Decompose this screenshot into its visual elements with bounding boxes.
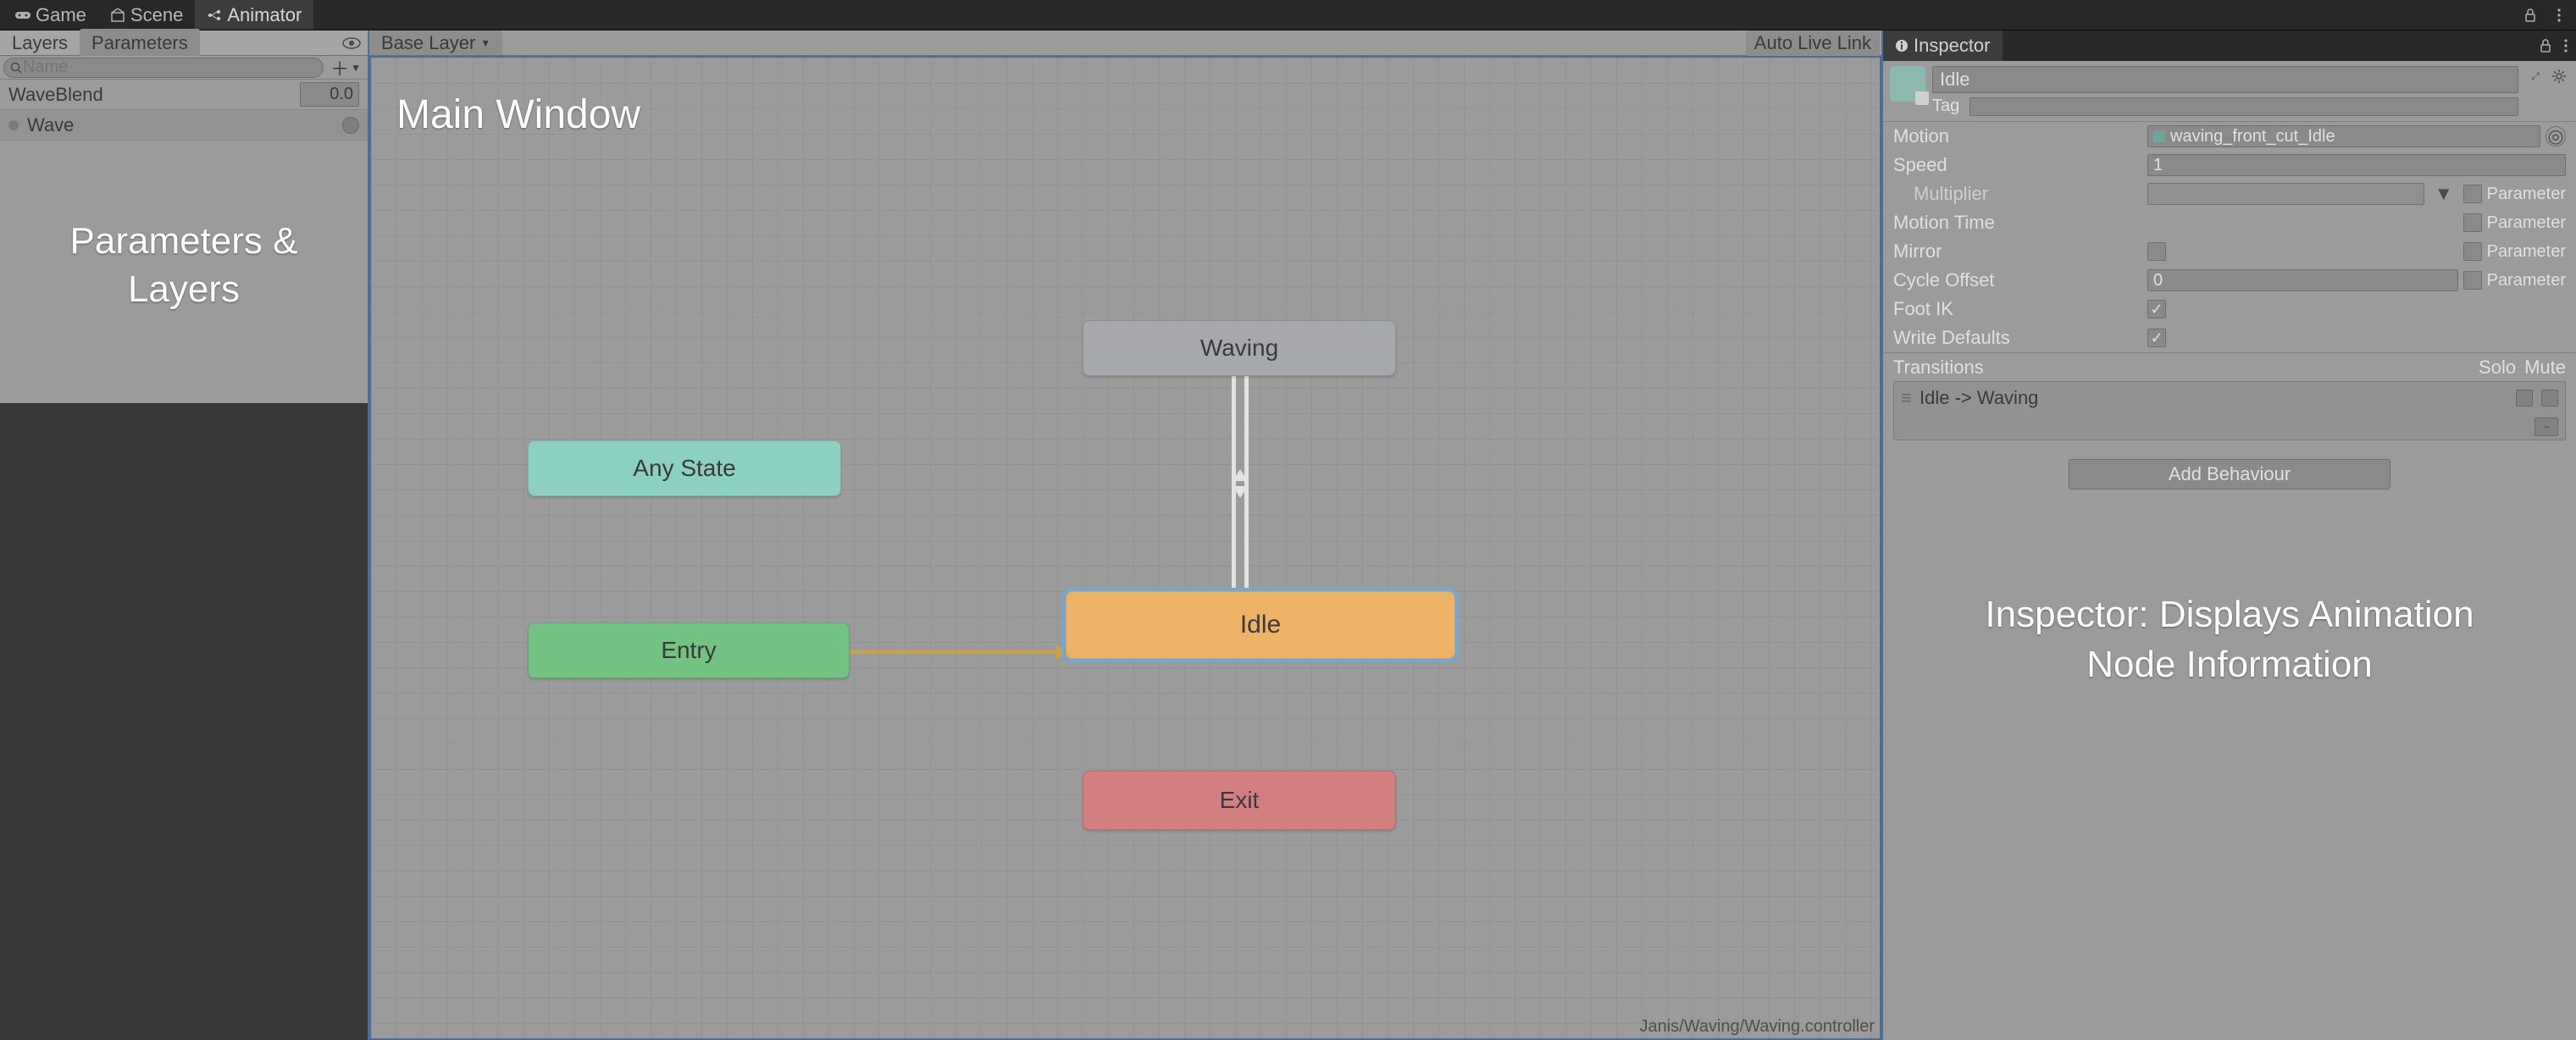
parameter-value[interactable]: 0.0: [300, 82, 359, 107]
empty-dock-area: [0, 403, 368, 1040]
inspector-tabbar: Inspector: [1883, 30, 2576, 61]
scene-icon: [110, 8, 125, 23]
solo-checkbox[interactable]: [2516, 390, 2533, 407]
tab-scene[interactable]: Scene: [98, 0, 195, 30]
prop-multiplier: Multiplier ▼ Parameter: [1883, 180, 2576, 208]
trigger-toggle[interactable]: [342, 117, 359, 134]
state-node-anystate[interactable]: Any State: [528, 440, 841, 496]
prop-foot-ik: Foot IK ✓: [1883, 295, 2576, 324]
prop-speed: Speed: [1883, 151, 2576, 180]
kebab-icon[interactable]: [2549, 5, 2569, 25]
motion-object-field[interactable]: waving_front_cut_Idle: [2147, 125, 2540, 147]
cycle-offset-parameter-checkbox[interactable]: [2463, 271, 2482, 290]
parameter-search-input[interactable]: [3, 58, 324, 78]
graph-toolbar: Base Layer ▼ Auto Live Link: [369, 30, 1881, 56]
motion-time-parameter-checkbox[interactable]: [2463, 213, 2482, 232]
main-columns: Layers Parameters ＋▼ WaveBlend 0: [0, 30, 2576, 1040]
add-parameter-button[interactable]: ＋▼: [327, 54, 364, 81]
state-machine-graph[interactable]: Main Window Waving Any State Idle Entry …: [369, 56, 1881, 1040]
chevron-down-icon[interactable]: ▼: [2429, 183, 2458, 205]
tab-label: Game: [36, 4, 86, 26]
transitions-list: ≡ Idle -> Waving −: [1893, 381, 2566, 440]
left-sub-tabs: Layers Parameters: [0, 30, 368, 56]
object-picker-button[interactable]: ◎: [2546, 126, 2566, 147]
prop-motion: Motion waving_front_cut_Idle ◎: [1883, 122, 2576, 151]
tab-label: Animator: [227, 4, 302, 26]
transition-idle-waving[interactable]: [1232, 376, 1249, 591]
breadcrumb[interactable]: Base Layer ▼: [369, 30, 502, 55]
app-root: Game Scene Animator: [0, 0, 2576, 1040]
controller-path: Janis/Waving/Waving.controller: [1639, 1017, 1875, 1037]
gear-icon[interactable]: [2549, 66, 2569, 86]
search-icon: [10, 62, 22, 74]
arrow-down-icon: [1233, 486, 1248, 498]
bullet-icon: [8, 120, 19, 130]
transition-item[interactable]: ≡ Idle -> Waving: [1894, 382, 2565, 414]
arrow-up-icon: [1233, 469, 1248, 481]
mirror-parameter-checkbox[interactable]: [2463, 242, 2482, 261]
info-icon: [1895, 39, 1908, 53]
lock-icon[interactable]: [2535, 36, 2556, 56]
chevron-down-icon: ▼: [480, 37, 490, 49]
annotation-overlay: Inspector: Displays Animation Node Infor…: [1883, 589, 2576, 690]
foot-ik-checkbox[interactable]: ✓: [2147, 300, 2166, 318]
cycle-offset-input[interactable]: [2147, 269, 2458, 291]
inspector-panel: Inspector Tag: [1881, 30, 2576, 1040]
open-prefab-icon[interactable]: ⤢: [2525, 66, 2546, 86]
state-node-idle[interactable]: Idle: [1066, 591, 1455, 659]
drag-handle-icon[interactable]: ≡: [1901, 387, 1914, 409]
prop-cycle-offset: Cycle Offset Parameter: [1883, 266, 2576, 295]
tabstrip-right-controls: [2520, 5, 2576, 25]
animator-icon: [207, 8, 222, 23]
visibility-icon[interactable]: [335, 37, 368, 49]
mute-checkbox[interactable]: [2541, 390, 2558, 407]
tab-layers[interactable]: Layers: [0, 29, 80, 58]
parameters-panel: Layers Parameters ＋▼ WaveBlend 0: [0, 30, 369, 1040]
kebab-icon[interactable]: [2556, 36, 2576, 56]
state-name-input[interactable]: [1932, 66, 2518, 93]
write-defaults-checkbox[interactable]: ✓: [2147, 329, 2166, 347]
state-node-exit[interactable]: Exit: [1083, 771, 1396, 830]
speed-input[interactable]: [2147, 154, 2566, 176]
remove-transition-button[interactable]: −: [2534, 418, 2558, 436]
parameter-name: WaveBlend: [8, 84, 300, 106]
add-behaviour-button[interactable]: Add Behaviour: [2069, 459, 2390, 490]
prop-mirror: Mirror Parameter: [1883, 237, 2576, 266]
annotation-overlay: Parameters & Layers: [0, 217, 368, 313]
lock-icon[interactable]: [2520, 5, 2540, 25]
editor-tabstrip: Game Scene Animator: [0, 0, 2576, 30]
tag-label: Tag: [1932, 97, 1963, 116]
mirror-checkbox[interactable]: [2147, 242, 2166, 261]
annotation-overlay: Main Window: [396, 91, 640, 138]
state-node-waving[interactable]: Waving: [1083, 320, 1396, 376]
animation-clip-icon: [2153, 130, 2165, 142]
game-icon: [15, 8, 30, 23]
tab-animator[interactable]: Animator: [195, 0, 313, 30]
multiplier-input: [2147, 183, 2424, 205]
animator-graph-area: Base Layer ▼ Auto Live Link Main Window …: [369, 30, 1881, 1040]
parameter-search-row: ＋▼: [0, 56, 368, 80]
tab-inspector[interactable]: Inspector: [1883, 30, 2003, 61]
tab-game[interactable]: Game: [3, 0, 98, 30]
tab-parameters[interactable]: Parameters: [80, 29, 200, 58]
inspector-header: Tag ⤢: [1883, 61, 2576, 122]
state-icon: [1890, 66, 1925, 102]
prop-write-defaults: Write Defaults ✓: [1883, 324, 2576, 352]
auto-live-link-toggle[interactable]: Auto Live Link: [1746, 30, 1880, 56]
multiplier-parameter-checkbox[interactable]: [2463, 185, 2482, 203]
tag-input[interactable]: [1969, 97, 2518, 116]
parameter-row[interactable]: Wave: [0, 110, 368, 141]
prop-motion-time: Motion Time Parameter: [1883, 208, 2576, 237]
transitions-header: Transitions Solo Mute: [1883, 352, 2576, 381]
parameter-name: Wave: [27, 114, 342, 136]
state-node-entry[interactable]: Entry: [528, 622, 850, 678]
transition-entry-to-idle[interactable]: [850, 650, 1066, 654]
tab-label: Scene: [130, 4, 183, 26]
parameter-row[interactable]: WaveBlend 0.0: [0, 80, 368, 110]
